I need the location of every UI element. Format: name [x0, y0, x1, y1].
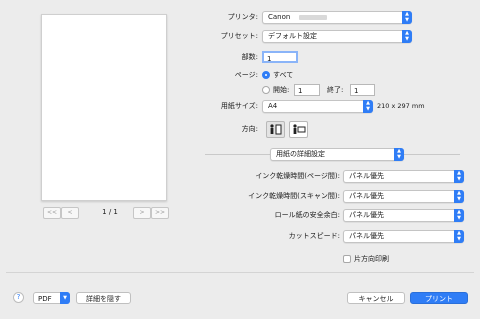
ink-dry-scan-label: インク乾燥時間(スキャン間): [248, 192, 340, 200]
chevron-updown-icon: ▲ ▼ [394, 148, 404, 161]
chevron-updown-icon: ▲ ▼ [454, 230, 464, 243]
last-page-button[interactable]: >> [151, 207, 169, 219]
paper-size-value: A4 [268, 102, 278, 110]
page-indicator: 1 / 1 [102, 208, 118, 216]
pages-from-label: 開始: [273, 86, 290, 94]
paper-size-label: 用紙サイズ: [220, 102, 258, 110]
chevron-updown-icon: ▲ ▼ [454, 209, 464, 222]
print-preview [41, 14, 167, 201]
preset-popup[interactable]: デフォルト設定 ▲ ▼ [262, 30, 412, 43]
ink-dry-scan-value: パネル優先 [349, 192, 384, 200]
chevron-updown-icon: ▲ ▼ [454, 190, 464, 203]
hide-details-button[interactable]: 詳細を隠す [76, 292, 131, 304]
landscape-icon [293, 124, 306, 134]
paper-dimensions: 210 x 297 mm [377, 102, 425, 110]
roll-margin-label: ロール紙の安全余白: [274, 211, 340, 219]
print-button[interactable]: プリント [410, 292, 468, 304]
pages-to-input[interactable]: 1 [350, 84, 375, 96]
one-way-checkbox[interactable] [343, 255, 351, 263]
ink-dry-page-value: パネル優先 [349, 172, 384, 180]
printer-value: Canon [268, 13, 291, 21]
pages-to-label: 終了: [327, 86, 344, 94]
section-popup-value: 用紙の詳細設定 [276, 150, 325, 158]
roll-margin-value: パネル優先 [349, 211, 384, 219]
printer-label: プリンタ: [227, 13, 258, 21]
prev-page-button[interactable]: < [61, 207, 79, 219]
next-page-button[interactable]: > [133, 207, 151, 219]
cut-speed-value: パネル優先 [349, 232, 384, 240]
help-button[interactable]: ? [13, 292, 24, 303]
first-page-button[interactable]: << [43, 207, 61, 219]
chevron-down-icon: ▼ [60, 292, 70, 304]
roll-margin-popup[interactable]: パネル優先 ▲ ▼ [343, 209, 464, 222]
chevron-updown-icon: ▲ ▼ [402, 30, 412, 43]
landscape-orientation-button[interactable] [289, 121, 308, 138]
ink-dry-scan-popup[interactable]: パネル優先 ▲ ▼ [343, 190, 464, 203]
paper-size-popup[interactable]: A4 ▲ ▼ [262, 100, 373, 113]
pages-from-input[interactable]: 1 [294, 84, 320, 96]
pdf-label: PDF [38, 295, 52, 303]
copies-label: 部数: [241, 53, 258, 61]
pages-range-radio[interactable] [262, 86, 270, 94]
chevron-updown-icon: ▲ ▼ [402, 11, 412, 24]
copies-input[interactable]: 1 [262, 51, 298, 63]
portrait-icon [270, 124, 282, 135]
cut-speed-label: カットスピード: [288, 232, 340, 240]
printer-name-redacted [299, 15, 327, 20]
preset-value: デフォルト設定 [268, 32, 317, 40]
section-popup[interactable]: 用紙の詳細設定 ▲ ▼ [270, 148, 404, 161]
cancel-button[interactable]: キャンセル [347, 292, 405, 304]
pdf-menu-button[interactable]: PDF ▼ [33, 292, 70, 304]
chevron-updown-icon: ▲ ▼ [454, 170, 464, 183]
pages-all-label: すべて [273, 71, 294, 79]
one-way-label: 片方向印刷 [354, 255, 389, 263]
portrait-orientation-button[interactable] [266, 121, 285, 138]
printer-popup[interactable]: Canon ▲ ▼ [262, 11, 412, 24]
orientation-label: 方向: [241, 125, 258, 133]
ink-dry-page-popup[interactable]: パネル優先 ▲ ▼ [343, 170, 464, 183]
preset-label: プリセット: [220, 32, 258, 40]
cut-speed-popup[interactable]: パネル優先 ▲ ▼ [343, 230, 464, 243]
pages-label: ページ: [234, 71, 258, 79]
chevron-updown-icon: ▲ ▼ [363, 100, 373, 113]
footer-divider [6, 272, 474, 273]
ink-dry-page-label: インク乾燥時間(ページ間): [255, 172, 340, 180]
pages-all-radio[interactable] [262, 71, 270, 79]
